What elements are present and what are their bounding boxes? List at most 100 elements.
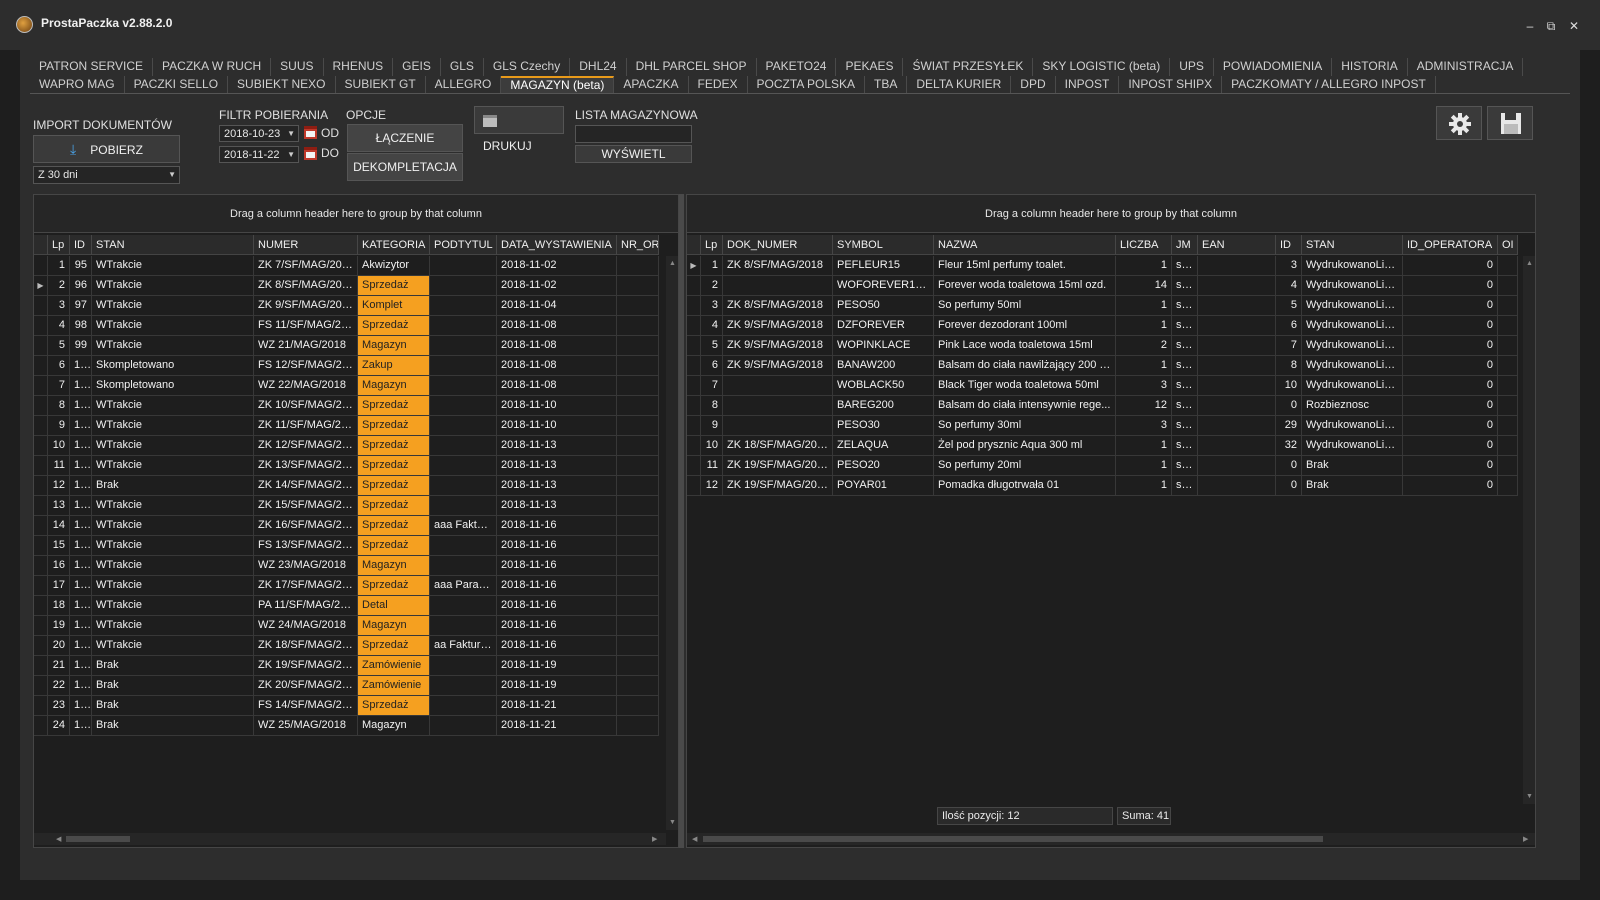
scroll-down-icon[interactable]: ▼ — [1526, 793, 1533, 800]
table-row[interactable]: 19 1... WTrakcie WZ 24/MAG/2018 Magazyn 2018-… — [34, 616, 659, 636]
tab-fedex[interactable]: FEDEX — [689, 76, 748, 94]
tab-magazyn-beta[interactable]: MAGAZYN (beta) — [501, 76, 615, 94]
tab-historia[interactable]: HISTORIA — [1332, 58, 1408, 76]
restore-icon[interactable]: ⧉ — [1543, 18, 1559, 34]
table-row[interactable]: 24 1... Brak WZ 25/MAG/2018 Magazyn 2018-11-2… — [34, 716, 659, 736]
table-row[interactable]: 3 97 WTrakcie ZK 9/SF/MAG/2018 Komplet 2018-1… — [34, 296, 659, 316]
table-row[interactable]: 2 WOFOREVER15O Forever woda toaletowa 15ml… — [687, 276, 1518, 296]
row-indicator[interactable] — [34, 496, 48, 515]
row-indicator[interactable] — [34, 476, 48, 495]
tab-suus[interactable]: SUUS — [271, 58, 324, 76]
group-by-panel[interactable]: Drag a column header here to group by th… — [34, 195, 678, 233]
table-row[interactable]: 11 1... WTrakcie ZK 13/SF/MAG/20... Sprzedaż… — [34, 456, 659, 476]
scroll-thumb[interactable] — [66, 836, 130, 842]
tab-dhl-parcel-shop[interactable]: DHL PARCEL SHOP — [627, 58, 757, 76]
tab-apaczka[interactable]: APACZKA — [614, 76, 689, 94]
table-row[interactable]: 8 1... WTrakcie ZK 10/SF/MAG/20... Sprzedaż 2… — [34, 396, 659, 416]
row-indicator[interactable] — [687, 456, 701, 475]
column-header-stan[interactable]: STAN — [92, 235, 254, 255]
row-indicator[interactable] — [34, 576, 48, 595]
date-to-picker[interactable]: 2018-11-22 ▼ — [219, 146, 299, 163]
table-row[interactable]: 20 1... WTrakcie ZK 18/SF/MAG/20... Sprzedaż… — [34, 636, 659, 656]
row-indicator[interactable] — [34, 356, 48, 375]
settings-button[interactable] — [1436, 106, 1482, 140]
current-row-icon[interactable]: ▶ — [687, 256, 701, 275]
scroll-down-icon[interactable]: ▼ — [669, 819, 676, 826]
row-indicator[interactable] — [34, 516, 48, 535]
row-indicator[interactable] — [687, 436, 701, 455]
documents-vertical-scrollbar[interactable]: ▲ ▼ — [666, 256, 678, 830]
column-header-symbol[interactable]: SYMBOL — [833, 235, 934, 255]
tab-wapro-mag[interactable]: WAPRO MAG — [30, 76, 125, 94]
column-header-nazwa[interactable]: NAZWA — [934, 235, 1116, 255]
tab-gls[interactable]: GLS — [441, 58, 484, 76]
row-indicator[interactable] — [34, 616, 48, 635]
tab-ups[interactable]: UPS — [1170, 58, 1214, 76]
tab-paketo24[interactable]: PAKETO24 — [757, 58, 837, 76]
column-header-kategoria[interactable]: KATEGORIA — [358, 235, 430, 255]
items-vertical-scrollbar[interactable]: ▲ ▼ — [1523, 256, 1535, 804]
table-row[interactable]: 9 PESO30 So perfumy 30ml 3 szt. 29 Wydrukowano… — [687, 416, 1518, 436]
table-row[interactable]: 8 BAREG200 Balsam do ciała intensywnie reg… — [687, 396, 1518, 416]
table-row[interactable]: 13 1... WTrakcie ZK 15/SF/MAG/20... Sprzedaż… — [34, 496, 659, 516]
column-header-numer[interactable]: NUMER — [254, 235, 358, 255]
table-row[interactable]: 4 98 WTrakcie FS 11/SF/MAG/20... Sprzedaż 201… — [34, 316, 659, 336]
scroll-left-icon[interactable]: ◀ — [56, 835, 61, 843]
period-select[interactable]: Z 30 dni ▼ — [33, 166, 180, 184]
row-indicator[interactable] — [34, 676, 48, 695]
row-indicator[interactable] — [34, 696, 48, 715]
column-header-id-operatora[interactable]: ID_OPERATORA — [1403, 235, 1498, 255]
table-row[interactable]: 5 ZK 9/SF/MAG/2018 WOPINKLACE Pink Lace wod… — [687, 336, 1518, 356]
column-header-lp[interactable]: Lp — [48, 235, 70, 255]
column-header-id[interactable]: ID — [1276, 235, 1302, 255]
tab-inpost[interactable]: INPOST — [1056, 76, 1120, 94]
row-indicator[interactable] — [34, 656, 48, 675]
tab-dpd[interactable]: DPD — [1011, 76, 1056, 94]
tab-geis[interactable]: GEIS — [393, 58, 441, 76]
laczenie-button[interactable]: ŁĄCZENIE — [347, 124, 463, 152]
scroll-right-icon[interactable]: ▶ — [1523, 835, 1528, 843]
column-header-id[interactable]: ID — [70, 235, 92, 255]
row-indicator[interactable] — [34, 556, 48, 575]
table-row[interactable]: 15 1... WTrakcie FS 13/SF/MAG/20... Sprzedaż… — [34, 536, 659, 556]
tab-delta-kurier[interactable]: DELTA KURIER — [907, 76, 1012, 94]
save-button[interactable] — [1487, 106, 1533, 140]
tab-paczkomaty-allegro-inpost[interactable]: PACZKOMATY / ALLEGRO INPOST — [1222, 76, 1436, 94]
row-indicator[interactable] — [34, 316, 48, 335]
row-indicator[interactable] — [34, 416, 48, 435]
table-row[interactable]: 6 1... Skompletowano FS 12/SF/MAG/20... Zaku… — [34, 356, 659, 376]
table-row[interactable]: 7 WOBLACK50 Black Tiger woda toaletowa 50m… — [687, 376, 1518, 396]
table-row[interactable]: 1 95 WTrakcie ZK 7/SF/MAG/2018 Akwizytor 2018… — [34, 256, 659, 276]
calendar-icon[interactable] — [304, 147, 317, 160]
tab-tba[interactable]: TBA — [865, 76, 908, 94]
scroll-right-icon[interactable]: ▶ — [652, 835, 657, 843]
table-row[interactable]: 6 ZK 9/SF/MAG/2018 BANAW200 Balsam do ciała… — [687, 356, 1518, 376]
table-row[interactable]: ▶ 2 96 WTrakcie ZK 8/SF/MAG/2018 Sprzedaż 2018… — [34, 276, 659, 296]
row-indicator[interactable] — [34, 436, 48, 455]
table-row[interactable]: 10 ZK 18/SF/MAG/2018 ZELAQUA Żel pod pryszn… — [687, 436, 1518, 456]
tab-paczka-w-ruch[interactable]: PACZKA W RUCH — [153, 58, 272, 76]
column-header-podtytul[interactable]: PODTYTUL — [430, 235, 497, 255]
tab-subiekt-nexo[interactable]: SUBIEKT NEXO — [228, 76, 336, 94]
dekompletacja-button[interactable]: DEKOMPLETACJA — [347, 153, 463, 181]
tab-powiadomienia[interactable]: POWIADOMIENIA — [1214, 58, 1333, 76]
column-header-liczba[interactable]: LICZBA — [1116, 235, 1172, 255]
scroll-thumb[interactable] — [703, 836, 1323, 842]
row-indicator[interactable] — [34, 256, 48, 275]
table-row[interactable]: 9 1... WTrakcie ZK 11/SF/MAG/20... Sprzedaż 2… — [34, 416, 659, 436]
current-row-icon[interactable]: ▶ — [34, 276, 48, 295]
row-indicator[interactable] — [34, 636, 48, 655]
row-indicator[interactable] — [34, 456, 48, 475]
tab-rhenus[interactable]: RHENUS — [324, 58, 394, 76]
table-row[interactable]: 16 1... WTrakcie WZ 23/MAG/2018 Magazyn 2018-… — [34, 556, 659, 576]
column-header-jm[interactable]: JM — [1172, 235, 1198, 255]
row-indicator[interactable] — [687, 296, 701, 315]
tab-patron-service[interactable]: PATRON SERVICE — [30, 58, 154, 76]
tab-pekaes[interactable]: PEKAES — [836, 58, 904, 76]
column-header-nr-or[interactable]: NR_OR — [617, 235, 659, 255]
row-indicator[interactable] — [34, 596, 48, 615]
table-row[interactable]: 18 1... WTrakcie PA 11/SF/MAG/20... Detal 201… — [34, 596, 659, 616]
table-row[interactable]: 7 1... Skompletowano WZ 22/MAG/2018 Magazyn 2… — [34, 376, 659, 396]
table-row[interactable]: 3 ZK 8/SF/MAG/2018 PESO50 So perfumy 50ml 1 s… — [687, 296, 1518, 316]
tab-swiat-przesylek[interactable]: ŚWIAT PRZESYŁEK — [903, 58, 1034, 76]
